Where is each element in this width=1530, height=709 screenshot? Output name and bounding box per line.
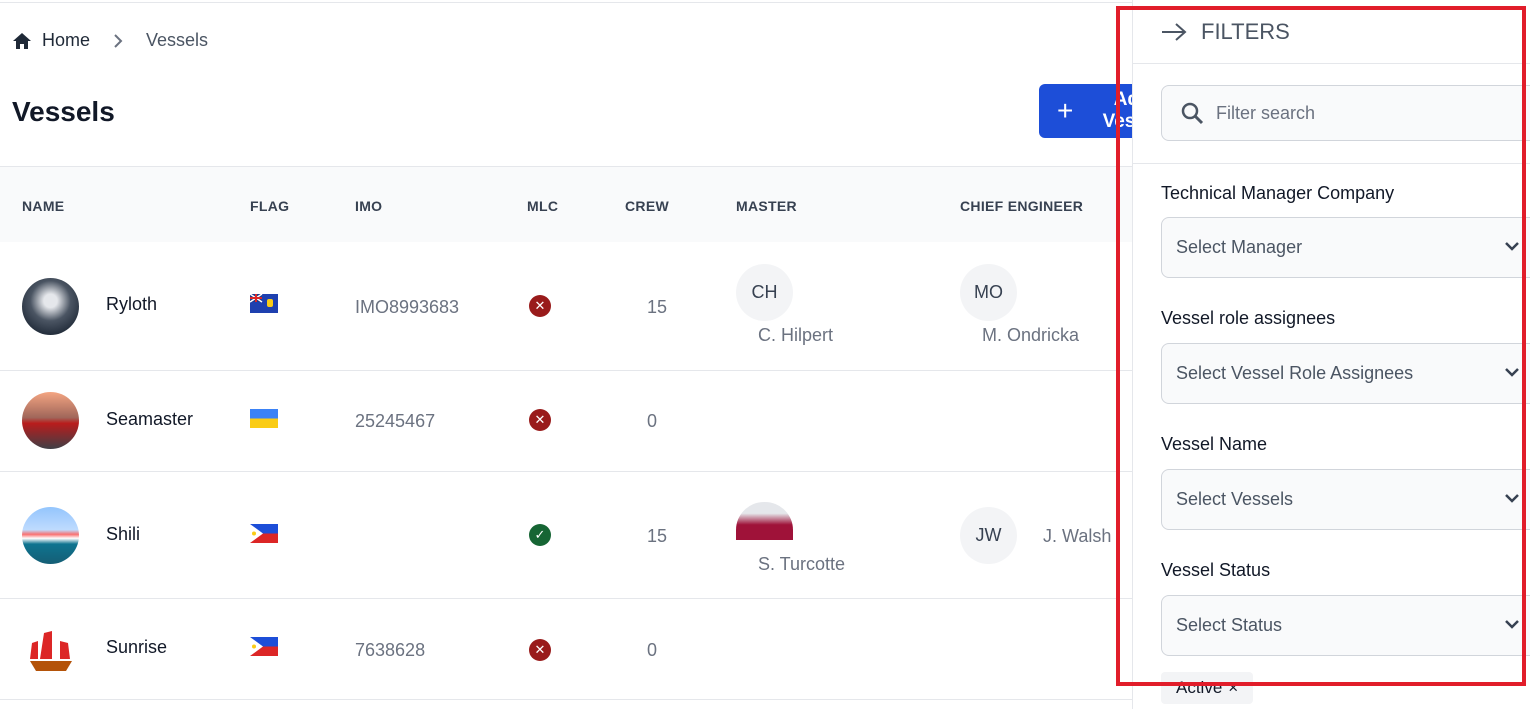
table-header: NAME FLAG IMO MLC CREW MASTER CHIEF ENGI…: [0, 166, 1132, 242]
breadcrumb: Home Vessels: [12, 30, 208, 51]
filters-panel: FILTERS Technical Manager Company Select…: [1132, 0, 1530, 709]
chevron-down-icon: [1505, 494, 1519, 503]
vessel-avatar: [22, 507, 79, 564]
chief-engineer-name[interactable]: J. Walsh: [1043, 526, 1111, 547]
vessel-imo: 7638628: [355, 640, 426, 660]
flag-saint-helena-icon: [250, 294, 278, 313]
vessel-name-label: Vessel Name: [1161, 434, 1268, 454]
crew-count: 0: [647, 411, 658, 431]
master-name[interactable]: C. Hilpert: [758, 325, 833, 346]
crew-count: 15: [647, 297, 668, 317]
plus-icon: +: [1057, 95, 1074, 126]
mlc-valid-icon: ✓: [529, 524, 551, 546]
chevron-down-icon: [1505, 368, 1519, 377]
role-assignees-placeholder: Select Vessel Role Assignees: [1176, 363, 1414, 383]
mlc-invalid-icon: ✕: [529, 295, 551, 317]
flag-philippines-icon: [250, 637, 278, 656]
flag-ukraine-icon: [250, 409, 278, 428]
technical-manager-placeholder: Select Manager: [1176, 237, 1303, 257]
table-row[interactable]: Seamaster 25245467 ✕ 0: [0, 371, 1132, 472]
junk-ship-icon: [30, 631, 72, 671]
status-chip-active: Active ×: [1161, 672, 1254, 704]
chevron-down-icon: [1505, 620, 1519, 629]
column-header-flag[interactable]: FLAG: [250, 198, 289, 214]
column-header-mlc[interactable]: MLC: [527, 198, 558, 214]
filters-title: FILTERS: [1201, 18, 1290, 44]
remove-chip-icon[interactable]: ×: [1228, 678, 1238, 698]
filters-divider: [1133, 163, 1530, 164]
chevron-down-icon: [1505, 242, 1519, 251]
technical-manager-select[interactable]: Select Manager: [1161, 217, 1530, 278]
page-title: Vessels: [12, 96, 115, 127]
master-avatar: CH: [736, 264, 793, 321]
filter-search-input[interactable]: [1216, 102, 1516, 124]
vessel-name[interactable]: Sunrise: [106, 637, 167, 658]
breadcrumb-current: Vessels: [146, 30, 209, 50]
vessel-name[interactable]: Ryloth: [106, 294, 157, 315]
table-row[interactable]: Ryloth IMO8993683 ✕ 15 CH C. Hilpert MO …: [0, 242, 1132, 371]
column-header-crew[interactable]: CREW: [625, 198, 669, 214]
vessel-status-placeholder: Select Status: [1176, 615, 1283, 635]
vessel-name-select[interactable]: Select Vessels: [1161, 469, 1530, 530]
filter-search-field[interactable]: [1161, 85, 1530, 141]
column-header-chief-engineer[interactable]: CHIEF ENGINEER: [960, 198, 1083, 214]
status-chip-label: Active: [1176, 678, 1223, 697]
technical-manager-label: Technical Manager Company: [1161, 183, 1395, 203]
vessel-status-label: Vessel Status: [1161, 560, 1271, 580]
vessel-avatar: [22, 392, 79, 449]
mlc-invalid-icon: ✕: [529, 639, 551, 661]
arrow-right-icon[interactable]: [1161, 22, 1187, 42]
master-name[interactable]: S. Turcotte: [758, 554, 845, 575]
chief-engineer-name[interactable]: M. Ondricka: [982, 325, 1079, 346]
vessel-avatar: [22, 278, 79, 335]
role-assignees-select[interactable]: Select Vessel Role Assignees: [1161, 343, 1530, 404]
table-row[interactable]: Shili ✓ 15 S. Turcotte JW J. Walsh: [0, 472, 1132, 599]
table-row[interactable]: Sunrise 7638628 ✕ 0: [0, 599, 1132, 700]
crew-count: 0: [647, 640, 658, 660]
filters-header: FILTERS: [1133, 0, 1530, 64]
column-header-master[interactable]: MASTER: [736, 198, 797, 214]
chief-engineer-avatar: JW: [960, 507, 1017, 564]
flag-philippines-icon: [250, 524, 278, 543]
crew-count: 15: [647, 526, 668, 546]
mlc-invalid-icon: ✕: [529, 409, 551, 431]
chevron-right-icon: [114, 33, 123, 48]
vessel-name[interactable]: Shili: [106, 524, 140, 545]
breadcrumb-home[interactable]: Home: [42, 30, 90, 51]
vessel-status-select[interactable]: Select Status: [1161, 595, 1530, 656]
role-assignees-label: Vessel role assignees: [1161, 308, 1336, 328]
vessel-imo: 25245467: [355, 411, 436, 431]
column-header-imo[interactable]: IMO: [355, 198, 382, 214]
search-icon: [1181, 102, 1204, 125]
vessel-name[interactable]: Seamaster: [106, 409, 193, 430]
master-photo-avatar: [736, 502, 793, 540]
chief-engineer-avatar: MO: [960, 264, 1017, 321]
vessel-name-placeholder: Select Vessels: [1176, 489, 1294, 509]
column-header-name[interactable]: NAME: [22, 198, 64, 214]
home-icon: [13, 32, 31, 49]
vessel-imo: IMO8993683: [355, 297, 460, 317]
